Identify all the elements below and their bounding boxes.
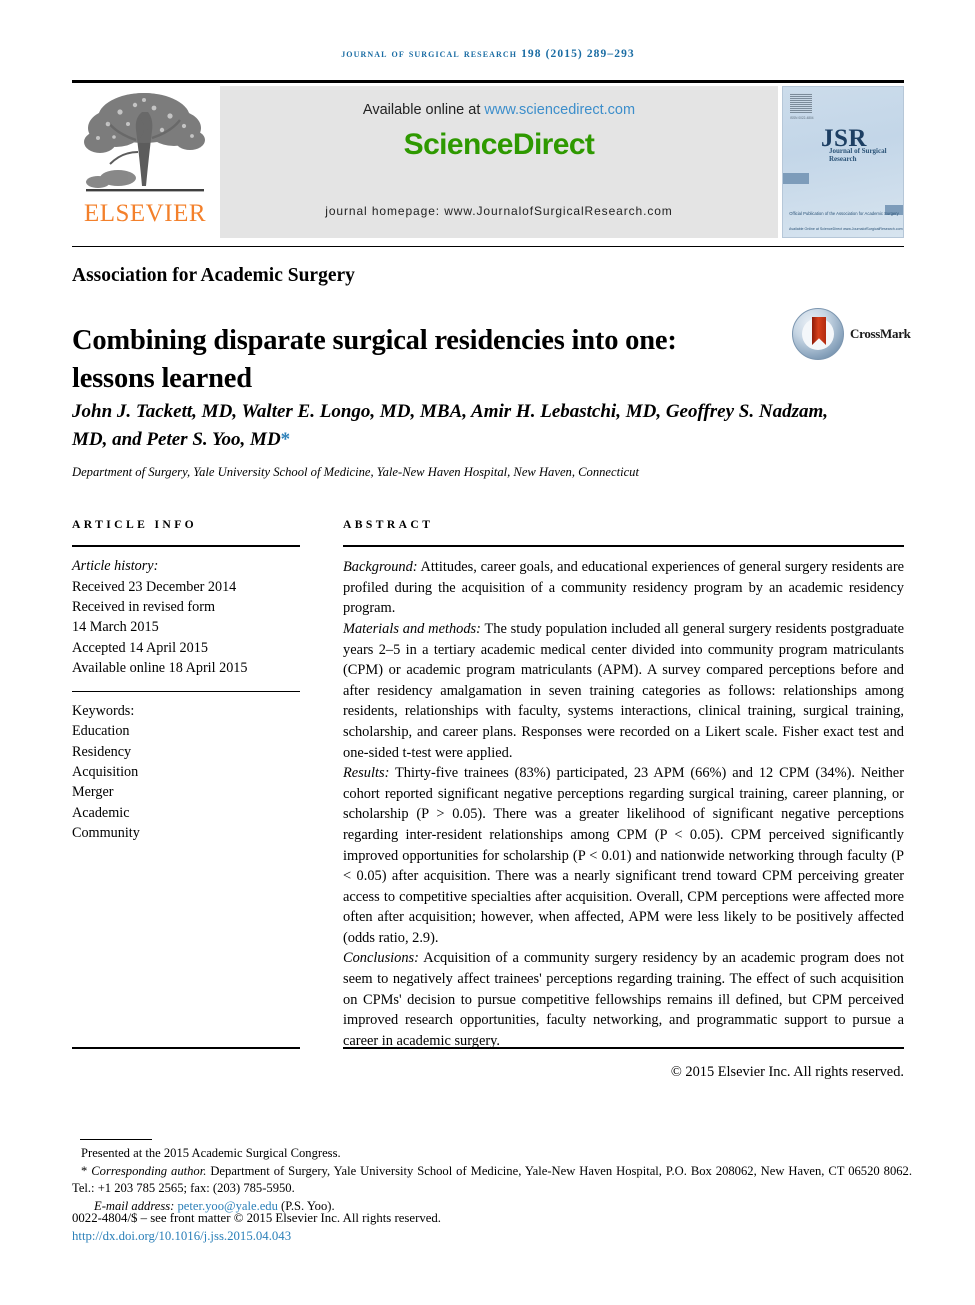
- abstract-methods-text: The study population included all genera…: [343, 620, 904, 761]
- history-item: Received 23 December 2014: [72, 578, 237, 595]
- society-name: Association for Academic Surgery: [72, 265, 355, 286]
- abstract-results-paragraph: Results: Thirty-five trainees (83%) part…: [343, 763, 904, 948]
- history-item: Accepted 14 April 2015: [72, 639, 208, 656]
- history-item: 14 March 2015: [72, 619, 159, 636]
- affiliation: Department of Surgery, Yale University S…: [72, 465, 639, 479]
- abstract-conclusions-text: Acquisition of a community surgery resid…: [343, 950, 904, 1049]
- history-item: Available online 18 April 2015: [72, 660, 248, 677]
- footnote-star: *: [81, 1163, 88, 1178]
- article-info-rule-bottom: [72, 1047, 300, 1050]
- available-online-prefix: Available online at: [362, 102, 485, 118]
- header-divider: [72, 80, 904, 83]
- cover-publisher-mark-icon: [790, 93, 812, 113]
- footnote-divider: [80, 1139, 152, 1141]
- article-info-heading: ARTICLE INFO: [72, 518, 198, 531]
- abstract-rule-bottom: [343, 1047, 904, 1050]
- keyword-item: Academic: [72, 804, 130, 821]
- abstract-body: Background: Attitudes, career goals, and…: [343, 547, 904, 1083]
- masthead-divider: [72, 246, 904, 248]
- abstract-results-text: Thirty-five trainees (83%) participated,…: [343, 765, 904, 946]
- article-page: Journal of Surgical Research 198 (2015) …: [0, 0, 975, 1305]
- abstract-copyright: © 2015 Elsevier Inc. All rights reserved…: [670, 1064, 904, 1081]
- author-names: John J. Tackett, MD, Walter E. Longo, MD…: [72, 401, 829, 450]
- page-title: Combining disparate surgical residencies…: [72, 325, 677, 395]
- cover-issn: ISSN 0022-4804: [790, 116, 814, 120]
- abstract-conclusions-label: Conclusions:: [343, 950, 419, 967]
- crossmark-circle-icon: [792, 308, 844, 360]
- elsevier-logo: ELSEVIER: [72, 86, 218, 238]
- footnote-presented: Presented at the 2015 Academic Surgical …: [81, 1146, 341, 1160]
- article-history-label: Article history:: [72, 558, 159, 575]
- sciencedirect-wordmark: ScienceDirect: [403, 128, 595, 161]
- sciencedirect-banner: Available online at www.sciencedirect.co…: [220, 86, 778, 238]
- keywords-block: Keywords: Education Residency Acquisitio…: [72, 692, 300, 844]
- article-info-column: ARTICLE INFO Article history: Received 2…: [72, 518, 300, 844]
- masthead: ELSEVIER Available online at www.science…: [72, 86, 904, 238]
- running-head: Journal of Surgical Research 198 (2015) …: [341, 48, 635, 60]
- crossmark-label: CrossMark: [850, 326, 911, 341]
- history-item: Received in revised form: [72, 599, 216, 615]
- abstract-background-paragraph: Background: Attitudes, career goals, and…: [343, 557, 904, 619]
- author-list: John J. Tackett, MD, Walter E. Longo, MD…: [72, 398, 862, 454]
- abstract-background-text: Attitudes, career goals, and educational…: [343, 559, 904, 617]
- keyword-item: Community: [72, 825, 140, 842]
- issn-copyright-line: 0022-4804/$ – see front matter © 2015 El…: [72, 1211, 442, 1225]
- footnotes: Presented at the 2015 Academic Surgical …: [72, 1145, 912, 1215]
- abstract-background-label: Background:: [343, 559, 418, 576]
- abstract-results-label: Results:: [343, 765, 390, 782]
- cover-official-line: Official Publication of the Association …: [789, 211, 899, 216]
- cover-accent-bar-left: [783, 173, 809, 184]
- cover-footer-line: Available Online at ScienceDirect www.Jo…: [789, 227, 903, 232]
- abstract-conclusions-paragraph: Conclusions: Acquisition of a community …: [343, 948, 904, 1051]
- abstract-methods-paragraph: Materials and methods: The study populat…: [343, 619, 904, 763]
- doi-link[interactable]: http://dx.doi.org/10.1016/j.jss.2015.04.…: [72, 1229, 291, 1244]
- corresponding-author-marker: *: [280, 429, 291, 450]
- footnote-corresponding-label: Corresponding author.: [91, 1163, 207, 1178]
- abstract-methods-label: Materials and methods:: [343, 620, 481, 637]
- crossmark-badge[interactable]: CrossMark: [792, 306, 911, 362]
- journal-cover-thumbnail: ISSN 0022-4804 JSR Journal of Surgical R…: [782, 86, 904, 238]
- keyword-item: Residency: [72, 743, 132, 760]
- keyword-item: Merger: [72, 784, 114, 801]
- journal-homepage-line[interactable]: journal homepage: www.JournalofSurgicalR…: [220, 204, 778, 218]
- abstract-heading: ABSTRACT: [343, 518, 434, 531]
- keywords-label: Keywords:: [72, 702, 135, 719]
- sciencedirect-url-link[interactable]: www.sciencedirect.com: [484, 102, 635, 118]
- elsevier-wordmark: ELSEVIER: [83, 200, 207, 227]
- keyword-item: Acquisition: [72, 764, 139, 781]
- elsevier-tree-icon: [84, 93, 205, 192]
- cover-subtitle: Journal of Surgical Research: [829, 147, 887, 163]
- keyword-item: Education: [72, 723, 130, 740]
- abstract-column: ABSTRACT Background: Attitudes, career g…: [343, 518, 904, 1083]
- available-online-line: Available online at www.sciencedirect.co…: [220, 102, 778, 118]
- article-history-block: Article history: Received 23 December 20…: [72, 547, 300, 678]
- footnote-corresponding: * Corresponding author. Department of Su…: [72, 1163, 912, 1198]
